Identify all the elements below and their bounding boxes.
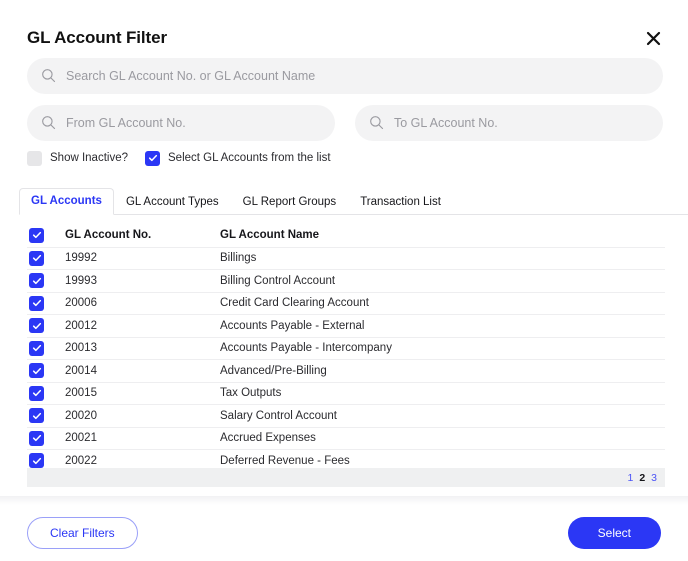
cell-account-no: 20012	[65, 314, 220, 338]
row-checkbox[interactable]	[29, 453, 44, 469]
row-checkbox-cell[interactable]	[27, 427, 65, 450]
cell-account-no: 20015	[65, 382, 220, 405]
cell-account-no: 20013	[65, 337, 220, 360]
row-checkbox[interactable]	[29, 408, 44, 424]
table-body: 19992 Billings 19993 Billing Control Acc…	[27, 247, 665, 473]
from-account-input[interactable]	[66, 116, 321, 130]
cell-account-name: Tax Outputs	[220, 382, 665, 405]
column-header-account-name: GL Account Name	[220, 224, 665, 248]
row-checkbox[interactable]	[29, 363, 44, 379]
to-account-input[interactable]	[394, 116, 649, 130]
select-all-checkbox[interactable]	[29, 227, 44, 243]
gl-account-filter-dialog: GL Account Filter Search GL Account No. …	[0, 0, 688, 561]
cell-account-name: Billing Control Account	[220, 269, 665, 293]
select-from-list-label: Select GL Accounts from the list	[168, 152, 331, 164]
row-checkbox-cell[interactable]	[27, 292, 65, 315]
row-checkbox[interactable]	[29, 385, 44, 401]
dialog-header: GL Account Filter	[27, 22, 666, 54]
page-2-current[interactable]: 2	[639, 472, 645, 484]
row-checkbox-cell[interactable]	[27, 359, 65, 383]
cell-account-no: 20014	[65, 359, 220, 383]
table-row[interactable]: 20012 Accounts Payable - External	[27, 314, 665, 338]
pagination: 1 2 3	[27, 468, 665, 487]
close-icon[interactable]	[640, 25, 666, 51]
table-row[interactable]: 20015 Tax Outputs	[27, 382, 665, 405]
show-inactive-label: Show Inactive?	[50, 152, 128, 164]
dialog-footer: Clear Filters Select	[0, 505, 688, 561]
table-header-row: GL Account No. GL Account Name	[27, 224, 665, 248]
select-from-list-option[interactable]: Select GL Accounts from the list	[145, 150, 331, 166]
table-row[interactable]: 20014 Advanced/Pre-Billing	[27, 359, 665, 383]
from-account-field[interactable]	[27, 105, 335, 141]
table-row[interactable]: 20006 Credit Card Clearing Account	[27, 292, 665, 315]
row-checkbox-cell[interactable]	[27, 382, 65, 405]
table-row[interactable]: 20020 Salary Control Account	[27, 404, 665, 428]
show-inactive-checkbox[interactable]	[27, 150, 42, 166]
clear-filters-button[interactable]: Clear Filters	[27, 517, 138, 549]
tab-gl-report-groups[interactable]: GL Report Groups	[231, 189, 349, 215]
cell-account-name: Accounts Payable - Intercompany	[220, 337, 665, 360]
select-button[interactable]: Select	[567, 517, 661, 549]
tab-bar: GL Accounts GL Account Types GL Report G…	[19, 186, 688, 215]
search-input[interactable]	[66, 69, 649, 83]
footer-divider	[0, 496, 688, 505]
options-row: Show Inactive? Select GL Accounts from t…	[27, 150, 331, 166]
row-checkbox[interactable]	[29, 318, 44, 334]
row-checkbox-cell[interactable]	[27, 314, 65, 338]
column-header-account-no: GL Account No.	[65, 224, 220, 248]
row-checkbox[interactable]	[29, 340, 44, 356]
cell-account-no: 20020	[65, 404, 220, 428]
select-all-cell[interactable]	[27, 224, 65, 248]
tab-gl-accounts[interactable]: GL Accounts	[19, 188, 114, 215]
search-icon	[41, 68, 57, 84]
range-row	[27, 105, 663, 141]
row-checkbox[interactable]	[29, 430, 44, 446]
select-from-list-checkbox[interactable]	[145, 150, 160, 166]
cell-account-name: Accrued Expenses	[220, 427, 665, 450]
row-checkbox[interactable]	[29, 295, 44, 311]
row-checkbox-cell[interactable]	[27, 337, 65, 360]
page-3-link[interactable]: 3	[651, 472, 657, 484]
search-row	[27, 58, 663, 94]
cell-account-name: Credit Card Clearing Account	[220, 292, 665, 315]
cell-account-name: Advanced/Pre-Billing	[220, 359, 665, 383]
row-checkbox[interactable]	[29, 273, 44, 289]
table-row[interactable]: 20021 Accrued Expenses	[27, 427, 665, 450]
cell-account-no: 20006	[65, 292, 220, 315]
cell-account-name: Billings	[220, 247, 665, 270]
table-row[interactable]: 19993 Billing Control Account	[27, 269, 665, 293]
show-inactive-option[interactable]: Show Inactive?	[27, 150, 128, 166]
page-title: GL Account Filter	[27, 28, 167, 47]
row-checkbox-cell[interactable]	[27, 247, 65, 270]
cell-account-no: 19993	[65, 269, 220, 293]
to-account-field[interactable]	[355, 105, 663, 141]
cell-account-name: Salary Control Account	[220, 404, 665, 428]
search-icon	[41, 115, 57, 131]
tab-gl-account-types[interactable]: GL Account Types	[114, 189, 231, 215]
row-checkbox-cell[interactable]	[27, 404, 65, 428]
table-row[interactable]: 19992 Billings	[27, 247, 665, 270]
cell-account-no: 20021	[65, 427, 220, 450]
gl-accounts-table: GL Account No. GL Account Name 19992 Bil…	[27, 224, 665, 473]
cell-account-name: Accounts Payable - External	[220, 314, 665, 338]
table-row[interactable]: 20013 Accounts Payable - Intercompany	[27, 337, 665, 360]
row-checkbox-cell[interactable]	[27, 269, 65, 293]
cell-account-no: 19992	[65, 247, 220, 270]
search-field[interactable]	[27, 58, 663, 94]
search-icon	[369, 115, 385, 131]
tab-transaction-list[interactable]: Transaction List	[348, 189, 453, 215]
page-1-link[interactable]: 1	[627, 472, 633, 484]
row-checkbox[interactable]	[29, 250, 44, 266]
